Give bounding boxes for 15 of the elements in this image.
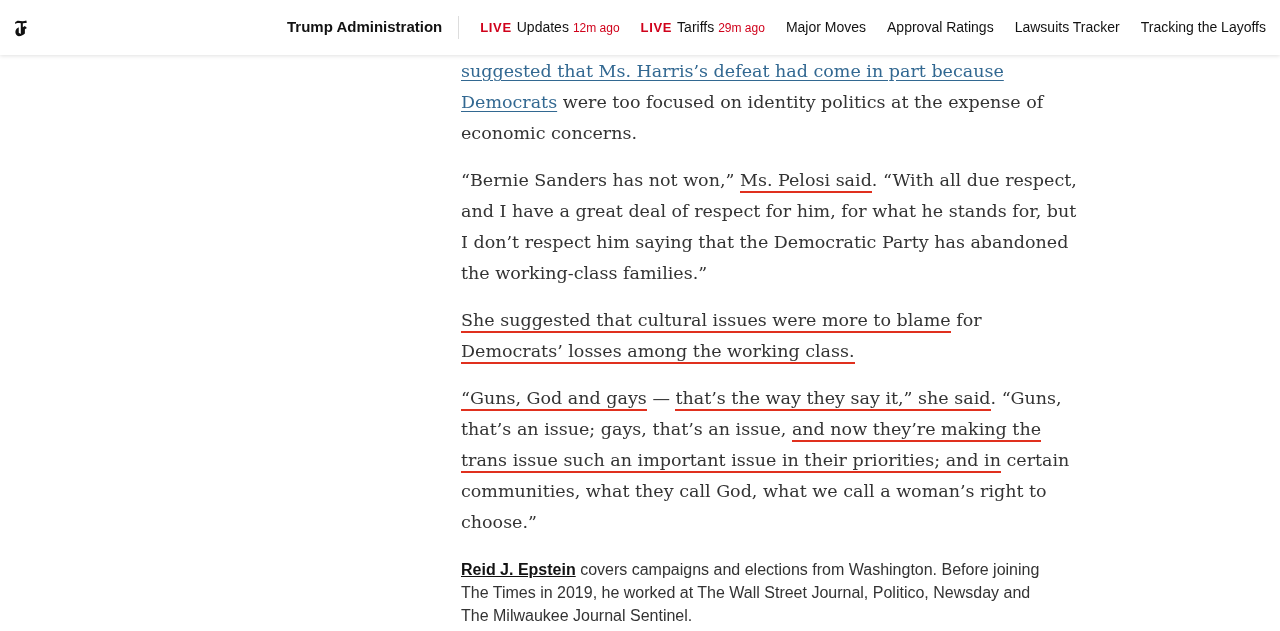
nav-link[interactable]: Approval Ratings	[887, 17, 994, 38]
live-link[interactable]: LIVE Updates 12m ago	[480, 17, 620, 38]
article-link[interactable]: Democrats	[461, 87, 558, 118]
nav-link[interactable]: Tracking the Layoffs	[1140, 17, 1266, 38]
article-link[interactable]: suggested that Ms. Harris’s defeat had come in part because	[461, 56, 1004, 87]
nav-link[interactable]: Lawsuits Tracker	[1014, 17, 1120, 38]
article-paragraph: “Bernie Sanders has not won,” Ms. Pelosi said. “With all due respect, and I have a great deal of respect for him, for what he stands for, but I don’t respect him saying that the Democratic Party has abandoned the working-class families.”	[461, 169, 1078, 285]
article-paragraph: suggested that Ms. Harris’s defeat had come in part because Democrats were too focused on identity politics at the expense of economic concerns.	[461, 56, 1083, 149]
article-paragraph: She suggested that cultural issues were more to blame for Democrats’ losses among the working class.	[461, 305, 1083, 367]
author-bio: Reid J. Epstein covers campaigns and elections from Washington. Before joining The Times in 2019, he worked at The Wall Street Journal, Politico, Newsday and The Milwaukee Journal Sentinel.	[461, 560, 1041, 626]
nav-link[interactable]: Major Moves	[785, 17, 867, 38]
section-link[interactable]: Trump Administration	[286, 16, 460, 39]
article-paragraph: “Guns, God and gays — that’s the way they say it,” she said. “Guns, that’s an issue; gays, that’s an issue, and now they’re making the trans issue such an important issue in their priorities; and in certain communities, what they call God, what we call a woman’s right to choose.”	[461, 387, 1071, 534]
live-link[interactable]: LIVE Tariffs 29m ago	[640, 17, 765, 38]
author-link[interactable]: Reid J. Epstein	[461, 561, 576, 578]
